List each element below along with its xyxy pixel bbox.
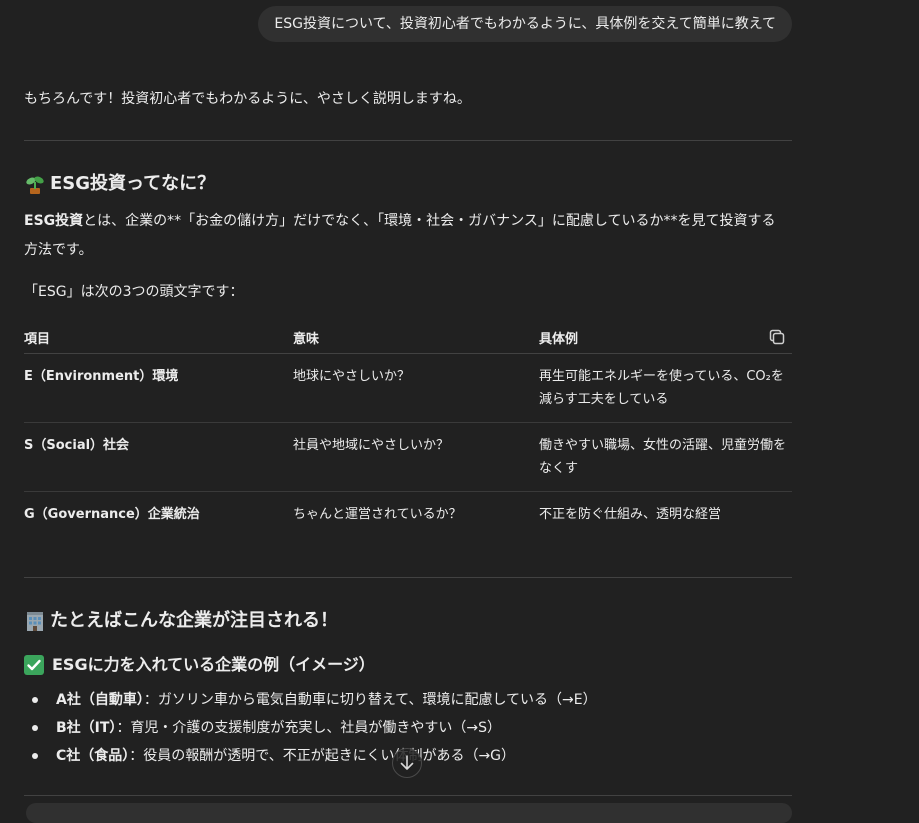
office-building-icon [24, 610, 46, 632]
header-meaning: 意味 [293, 332, 320, 347]
divider [24, 140, 792, 141]
section-heading-examples: たとえばこんな企業が注目される！ [24, 608, 338, 634]
list-item: B社（IT）：育児・介護の支援制度が充実し、社員が働きやすい（→S） [24, 714, 792, 742]
arrow-down-icon [400, 755, 414, 770]
company-description: ：役員の報酬が透明で、不正が起きにくい体制がある（→G） [129, 748, 516, 764]
section-heading-text: たとえばこんな企業が注目される！ [50, 610, 338, 631]
cell-example: 不正を防ぐ仕組み、透明な経営 [539, 507, 722, 522]
table-row: E（Environment）環境 地球にやさしいか？ 再生可能エネルギーを使って… [24, 354, 792, 423]
cell-item: G（Governance）企業統治 [24, 507, 200, 522]
table-header: 項目 意味 具体例 [24, 320, 792, 354]
scroll-to-bottom-button[interactable] [392, 748, 422, 778]
subheading-examples: ESGに力を入れている企業の例（イメージ） [24, 653, 375, 677]
esg-definition-body: とは、企業の**「お金の儲け方」だけでなく、「環境・社会・ガバナンス」に配慮して… [24, 213, 776, 258]
user-message-text: ESG投資について、投資初心者でもわかるように、具体例を交えて簡単に教えて [274, 16, 776, 32]
assistant-intro: もちろんです！投資初心者でもわかるように、やさしく説明しますね。 [24, 91, 471, 107]
cell-meaning: 社員や地域にやさしいか？ [293, 438, 450, 453]
cell-item: E（Environment）環境 [24, 369, 179, 384]
cell-item: S（Social）社会 [24, 438, 130, 453]
company-name: C社（食品） [56, 748, 130, 764]
header-item: 項目 [24, 332, 51, 347]
esg-table: 項目 意味 具体例 E（Environment）環境 地球にやさしいか？ 再生可… [24, 320, 792, 536]
header-example: 具体例 [539, 332, 579, 347]
table-row: S（Social）社会 社員や地域にやさしいか？ 働きやすい職場、女性の活躍、児… [24, 423, 792, 492]
esg-definition-term: ESG投資 [24, 213, 84, 229]
cell-meaning: 地球にやさしいか？ [293, 369, 411, 384]
copy-icon[interactable] [768, 328, 786, 346]
company-description: ：ガソリン車から電気自動車に切り替えて、環境に配慮している（→E） [143, 692, 597, 708]
section-heading-text: ESG投資ってなに？ [50, 173, 216, 194]
seedling-icon [24, 173, 46, 195]
list-item: A社（自動車）：ガソリン車から電気自動車に切り替えて、環境に配慮している（→E） [24, 686, 792, 714]
cell-example: 再生可能エネルギーを使っている、CO₂を減らす工夫をしている [539, 369, 784, 407]
subheading-text: ESGに力を入れている企業の例（イメージ） [52, 655, 375, 674]
table-row: G（Governance）企業統治 ちゃんと運営されているか？ 不正を防ぐ仕組み… [24, 492, 792, 536]
divider [24, 577, 792, 578]
user-message-bubble: ESG投資について、投資初心者でもわかるように、具体例を交えて簡単に教えて [258, 6, 792, 42]
esg-acronym-line: 「ESG」は次の3つの頭文字です： [24, 284, 244, 300]
company-name: A社（自動車） [56, 692, 144, 708]
esg-definition: ESG投資とは、企業の**「お金の儲け方」だけでなく、「環境・社会・ガバナンス」… [24, 207, 784, 265]
check-mark-icon [24, 655, 44, 675]
company-description: ：育児・介護の支援制度が充実し、社員が働きやすい（→S） [116, 720, 502, 736]
section-heading-esg: ESG投資ってなに？ [24, 171, 215, 197]
cell-meaning: ちゃんと運営されているか？ [293, 507, 462, 522]
company-name: B社（IT） [56, 720, 117, 736]
cell-example: 働きやすい職場、女性の活躍、児童労働をなくす [539, 438, 787, 476]
divider [24, 795, 792, 796]
composer-input[interactable] [26, 803, 792, 823]
